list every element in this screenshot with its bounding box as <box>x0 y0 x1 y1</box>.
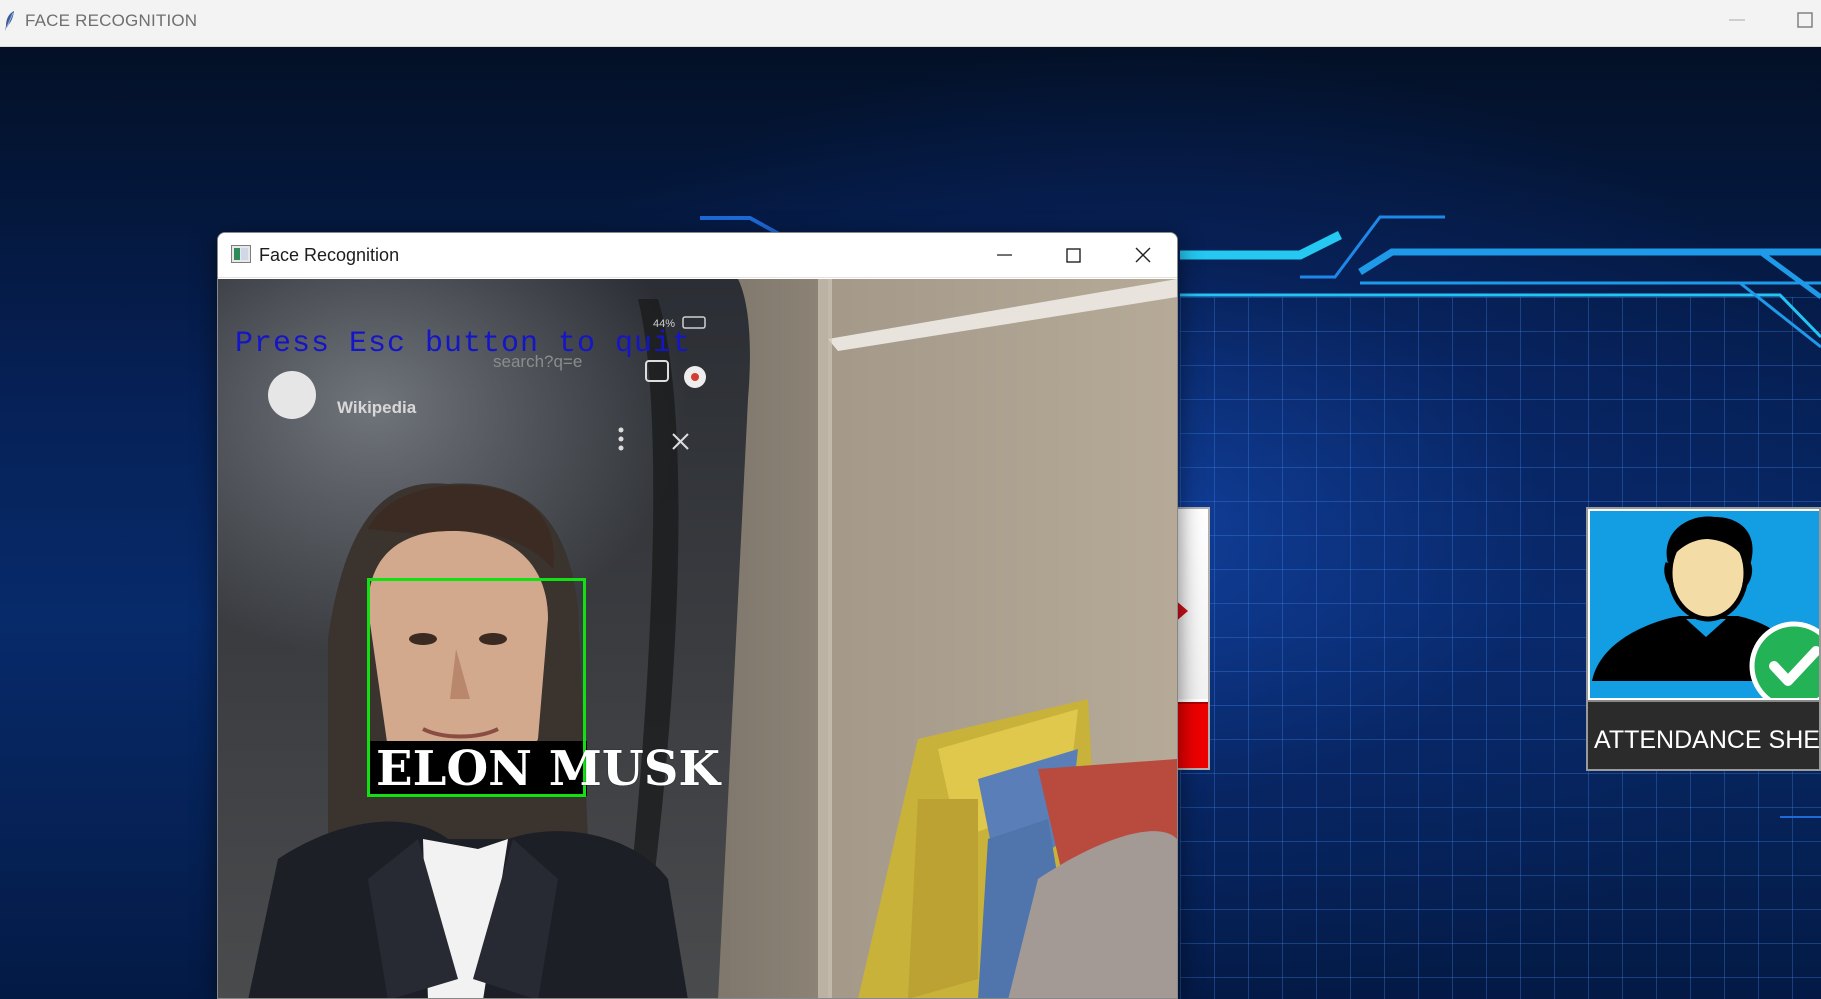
minimize-icon[interactable] <box>1726 8 1748 32</box>
camera-feed: Wikipedia search?q=e 44% Press Esc butto… <box>218 279 1177 998</box>
face-window-title: Face Recognition <box>259 245 400 265</box>
camera-scene: Wikipedia search?q=e 44% <box>218 279 1177 998</box>
close-icon[interactable] <box>1107 233 1177 278</box>
instruction-text: Press Esc button to quit <box>235 327 692 361</box>
face-recognition-window: Face Recognition Wikipedia search?q=e 44… <box>217 232 1178 999</box>
maximize-icon[interactable] <box>1038 233 1108 278</box>
maximize-icon[interactable] <box>1794 8 1816 32</box>
attendance-image[interactable] <box>1590 511 1819 711</box>
attendance-sheet-button[interactable]: ATTENDANCE SHEE <box>1588 700 1819 769</box>
svg-text:Wikipedia: Wikipedia <box>337 398 417 417</box>
feather-icon <box>5 11 14 31</box>
recognized-name-label: ELON MUSK <box>376 741 721 797</box>
main-titlebar: FACE RECOGNITION <box>0 0 1821 47</box>
window-app-icon <box>231 245 251 263</box>
face-window-titlebar: Face Recognition <box>218 233 1177 278</box>
user-check-icon <box>1592 516 1819 711</box>
minimize-icon[interactable] <box>969 233 1039 278</box>
attendance-card: ATTENDANCE SHEE <box>1586 507 1821 771</box>
main-window-title: FACE RECOGNITION <box>25 11 198 30</box>
